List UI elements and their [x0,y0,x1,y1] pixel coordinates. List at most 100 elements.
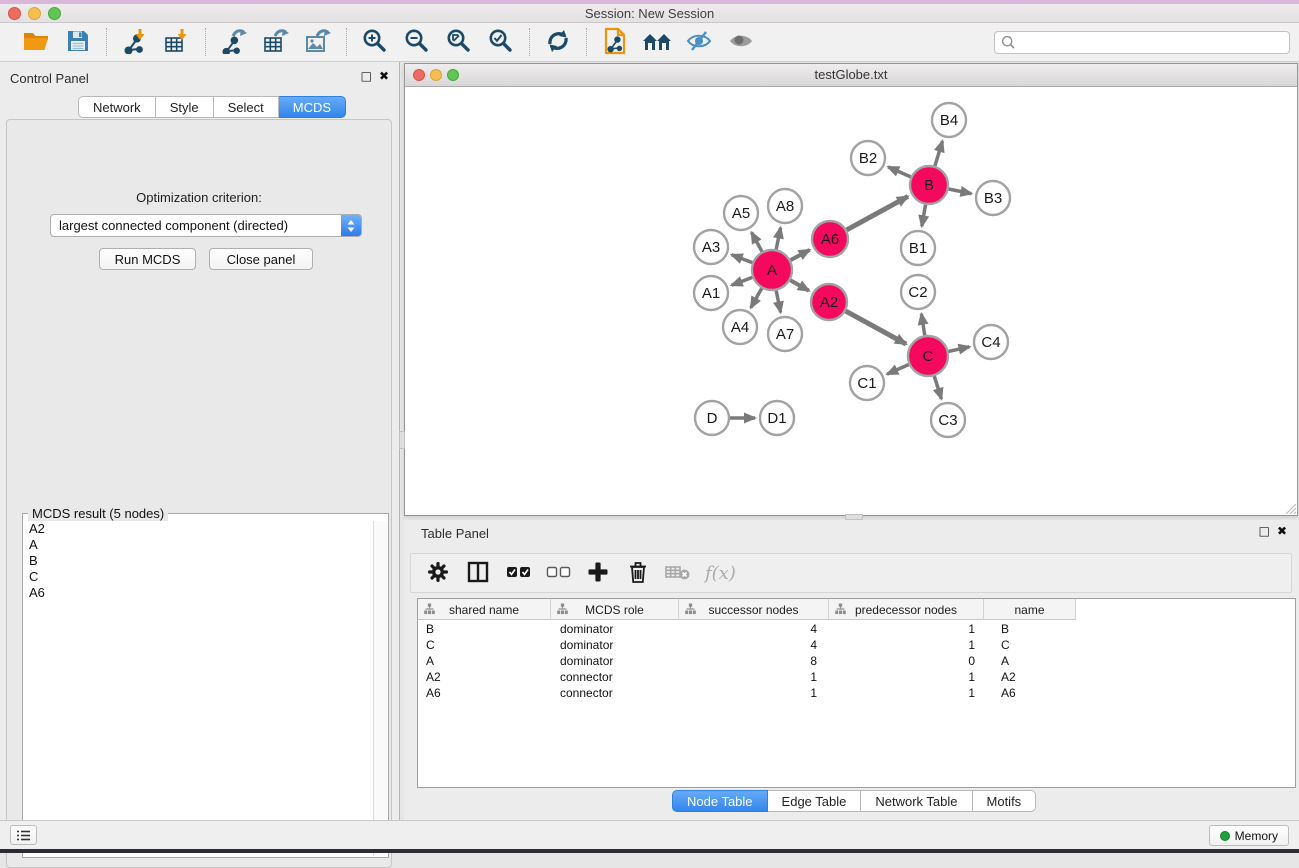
zoom-in-button[interactable] [359,27,391,57]
export-image-button[interactable] [302,27,334,57]
node-label-A4: A4 [731,319,749,336]
run-mcds-button[interactable]: Run MCDS [99,248,196,270]
save-session-button[interactable] [62,27,94,57]
table-row[interactable]: A2connector11A2 [418,669,1295,685]
result-list-item[interactable]: A6 [29,585,373,601]
hide-graphics-details-button[interactable] [683,27,715,57]
tab-node-table[interactable]: Node Table [672,790,768,812]
edge-A-A2[interactable] [790,280,809,290]
edge-A-A4[interactable] [751,288,762,308]
tab-style[interactable]: Style [156,96,214,118]
select-all-button[interactable] [505,558,531,588]
edge-C-C2[interactable] [921,314,924,336]
edge-A-A6[interactable] [791,250,810,260]
result-list-item[interactable]: A [29,537,373,553]
edge-B-B1[interactable] [922,205,926,227]
table-cell: connector [551,686,679,700]
table-cell: A6 [984,686,1076,700]
import-network-button[interactable] [119,27,151,57]
mcds-result-title: MCDS result (5 nodes) [28,506,168,521]
edge-A-A5[interactable] [752,232,762,251]
result-list-item[interactable]: A2 [29,521,373,537]
tab-network-table[interactable]: Network Table [861,790,972,812]
tab-select[interactable]: Select [214,96,279,118]
tab-motifs[interactable]: Motifs [973,790,1037,812]
result-list-item[interactable]: C [29,569,373,585]
table-settings-button[interactable] [425,558,451,588]
zoom-selected-button[interactable] [485,27,517,57]
network-window-titlebar[interactable]: testGlobe.txt [405,64,1297,87]
tab-mcds[interactable]: MCDS [279,96,346,118]
column-header-predecessor-nodes[interactable]: predecessor nodes [829,599,984,620]
toolbar-group [8,27,106,57]
zoom-in-icon [362,28,388,57]
edge-A2-C[interactable] [846,311,906,344]
edge-A-A8[interactable] [776,228,780,250]
edge-A-A7[interactable] [776,291,780,313]
delete-column-icon [628,560,648,587]
delete-column-button[interactable] [625,558,651,588]
tab-edge-table[interactable]: Edge Table [768,790,862,812]
column-header-MCDS-role[interactable]: MCDS role [551,599,679,620]
home-icon [642,30,672,55]
network-document-button[interactable] [599,27,631,57]
criterion-dropdown[interactable]: largest connected component (directed) [50,214,362,237]
delete-table-button[interactable] [665,558,691,588]
float-panel-icon[interactable]: □ [361,69,372,83]
table-row[interactable]: Bdominator41B [418,621,1295,637]
close-panel-icon[interactable]: ✖ [379,69,389,83]
show-graphics-details-icon [727,29,755,56]
edge-A-A1[interactable] [732,277,753,285]
table-panel-tabs: Node TableEdge TableNetwork TableMotifs [672,790,1036,812]
column-header-shared-name[interactable]: shared name [418,599,551,620]
memory-button[interactable]: Memory [1209,825,1289,846]
edge-A-A3[interactable] [732,255,753,263]
node-label-A7: A7 [776,326,794,343]
export-table-button[interactable] [260,27,292,57]
home-button[interactable] [641,27,673,57]
zoom-fit-button[interactable] [443,27,475,57]
open-session-button[interactable] [20,27,52,57]
vertical-splitter-handle[interactable] [399,431,405,449]
app-title: Session: New Session [0,6,1299,21]
edge-B-B4[interactable] [935,141,943,166]
import-table-button[interactable] [161,27,193,57]
edge-C-C3[interactable] [934,376,941,399]
show-graphics-details-button[interactable] [725,27,757,57]
network-canvas[interactable]: B4B2BB3A5A8A6A3B1AA1C2A2A4A7C4CC1C3DD1 [406,88,1296,515]
split-panel-button[interactable] [465,558,491,588]
export-network-button[interactable] [218,27,250,57]
result-list-item[interactable]: B [29,553,373,569]
edge-C-C1[interactable] [887,364,909,374]
node-label-A2: A2 [820,294,838,311]
table-row[interactable]: Adominator80A [418,653,1295,669]
table-cell: 1 [679,670,829,684]
edge-B-B3[interactable] [949,189,972,194]
node-label-D1: D1 [767,410,786,427]
add-column-button[interactable] [585,558,611,588]
column-header-name[interactable]: name [984,599,1076,620]
edge-A6-B[interactable] [847,196,908,229]
column-header-successor-nodes[interactable]: successor nodes [679,599,829,620]
optimization-criterion-label: Optimization criterion: [7,190,391,205]
table-cell: 1 [829,686,984,700]
deselect-all-button[interactable] [545,558,571,588]
edge-B-B2[interactable] [888,167,911,177]
task-history-button[interactable] [10,825,37,845]
edge-C-C4[interactable] [948,347,969,352]
window-resize-grip[interactable] [1283,501,1296,514]
close-panel-button[interactable]: Close panel [209,248,313,270]
zoom-out-button[interactable] [401,27,433,57]
search-input[interactable] [994,31,1290,54]
deselect-all-icon [546,565,571,582]
refresh-button[interactable] [542,27,574,57]
function-builder-button[interactable]: f(x) [705,558,736,588]
table-header-row: shared nameMCDS rolesuccessor nodesprede… [418,599,1076,620]
tab-network[interactable]: Network [78,96,156,118]
table-row[interactable]: Cdominator41C [418,637,1295,653]
table-row[interactable]: A6connector11A6 [418,685,1295,701]
result-list-scrollbar[interactable] [373,521,387,856]
close-table-panel-icon[interactable]: ✖ [1277,524,1287,538]
float-table-panel-icon[interactable]: □ [1259,524,1270,538]
node-label-B: B [924,177,934,194]
